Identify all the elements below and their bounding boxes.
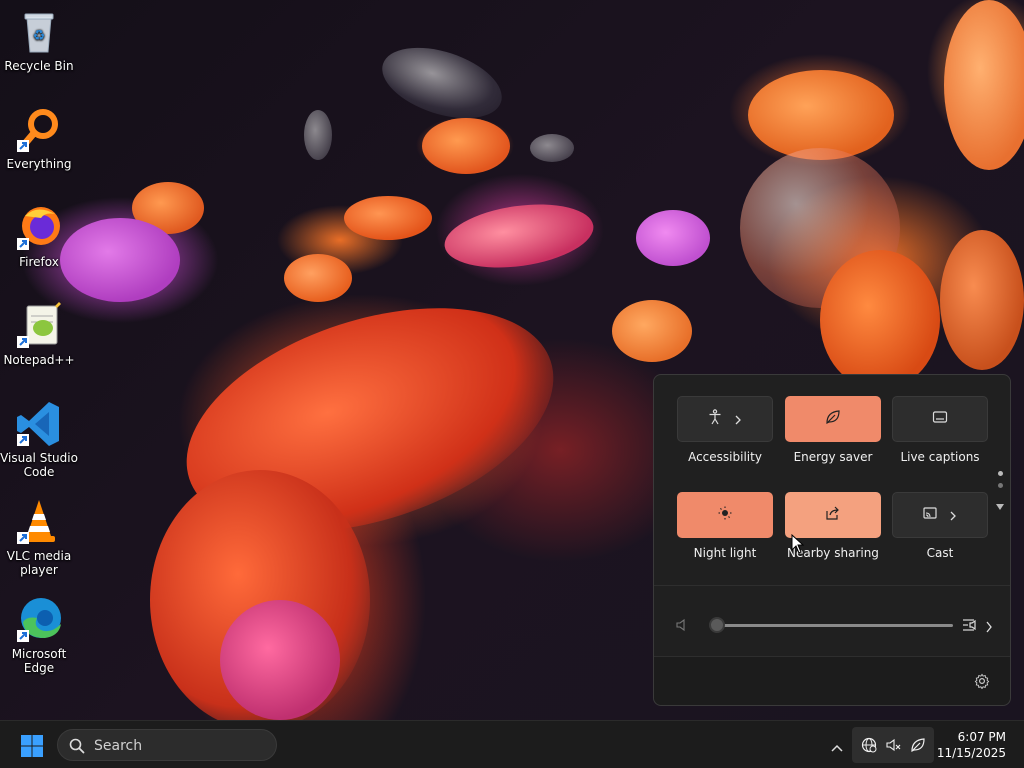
settings-gear-icon[interactable] — [974, 673, 990, 693]
desktop-icon-label: Firefox — [19, 255, 59, 269]
audio-output-icon[interactable] — [962, 617, 980, 637]
search-icon — [69, 738, 85, 758]
clock-date: 11/15/2025 — [936, 746, 1006, 760]
desktop-icon-label: Notepad++ — [3, 353, 75, 367]
recycle-bin-icon: ♻ — [15, 8, 63, 56]
everything-search-icon — [15, 106, 63, 154]
windows-logo-icon — [21, 735, 43, 757]
clock-time: 6:07 PM — [957, 730, 1006, 744]
volume-slider-thumb[interactable] — [709, 617, 725, 633]
desktop-icon-label: Recycle Bin — [4, 59, 74, 73]
wallpaper-blob — [530, 134, 574, 162]
wallpaper-blob — [440, 195, 598, 277]
share-icon — [825, 505, 841, 525]
quick-settings-panel: Accessibility Energy saver Live captions — [653, 374, 1011, 706]
tile-night-light-button[interactable] — [677, 492, 773, 538]
volume-row — [654, 597, 1010, 653]
desktop-icon-notepadpp[interactable]: Notepad++ — [0, 302, 79, 367]
leaf-icon — [825, 409, 841, 429]
wallpaper-blob — [944, 0, 1024, 170]
wallpaper-blob — [373, 34, 511, 132]
wallpaper-blob — [636, 210, 710, 266]
tile-accessibility[interactable]: Accessibility — [675, 396, 775, 464]
night-light-icon — [717, 505, 733, 525]
tile-label: Energy saver — [793, 450, 873, 464]
chevron-right-icon[interactable] — [984, 618, 994, 637]
network-globe-icon — [861, 737, 877, 757]
desktop-icon-label: Microsoft Edge — [11, 647, 67, 675]
desktop-icon-label: Everything — [6, 157, 72, 171]
taskbar-clock[interactable]: 6:07 PM 11/15/2025 — [937, 729, 1006, 761]
system-tray-quick-settings-button[interactable] — [852, 727, 934, 763]
start-button[interactable] — [20, 734, 44, 758]
tile-night-light[interactable]: Night light — [675, 492, 775, 560]
notepadpp-icon — [15, 302, 63, 350]
quick-settings-footer — [654, 656, 1010, 705]
tile-energy-saver[interactable]: Energy saver — [783, 396, 883, 464]
page-dot[interactable] — [997, 471, 1003, 476]
divider — [654, 585, 1010, 586]
wallpaper-blob — [220, 600, 340, 720]
desktop-icon-label: VLC media player — [6, 549, 72, 577]
tile-energy-saver-button[interactable] — [785, 396, 881, 442]
tile-cast-button[interactable] — [892, 492, 988, 538]
energy-saver-leaf-icon — [910, 737, 926, 757]
desktop-icon-label: Visual Studio Code — [0, 451, 78, 479]
tile-label: Cast — [926, 546, 954, 560]
vlc-cone-icon — [15, 498, 63, 546]
tile-label: Accessibility — [688, 450, 762, 464]
tile-accessibility-button[interactable] — [677, 396, 773, 442]
wallpaper-blob — [422, 118, 510, 174]
cast-icon — [922, 505, 938, 525]
volume-muted-icon — [886, 737, 902, 757]
tile-label: Live captions — [900, 450, 980, 464]
svg-text:♻: ♻ — [33, 28, 46, 44]
desktop-icon-vscode[interactable]: Visual Studio Code — [0, 400, 79, 479]
desktop-icon-everything[interactable]: Everything — [0, 106, 79, 171]
speaker-muted-icon[interactable] — [676, 617, 688, 636]
desktop-icon-firefox[interactable]: Firefox — [0, 204, 79, 269]
captions-icon — [932, 409, 948, 429]
chevron-right-icon[interactable] — [948, 506, 958, 525]
wallpaper-blob — [940, 230, 1024, 370]
tile-live-captions[interactable]: Live captions — [890, 396, 990, 464]
tile-label: Night light — [693, 546, 757, 560]
page-dot[interactable] — [997, 483, 1003, 488]
page-indicator — [996, 471, 1004, 514]
tile-nearby-sharing-button[interactable] — [785, 492, 881, 538]
wallpaper-blob — [612, 300, 692, 362]
wallpaper-blob — [344, 196, 432, 240]
mouse-cursor — [791, 533, 805, 558]
desktop-icon-vlc[interactable]: VLC media player — [0, 498, 79, 577]
desktop-icon-recycle-bin[interactable]: ♻ Recycle Bin — [0, 8, 79, 73]
wallpaper-blob — [304, 110, 332, 160]
show-hidden-icons-chevron-icon[interactable] — [831, 738, 843, 757]
desktop-icon-edge[interactable]: Microsoft Edge — [0, 596, 79, 675]
wallpaper-blob — [284, 254, 352, 302]
tile-cast[interactable]: Cast — [890, 492, 990, 560]
firefox-icon — [15, 204, 63, 252]
wallpaper-blob — [748, 70, 894, 160]
taskbar: Search 6:07 PM 11/15/2025 — [0, 720, 1024, 768]
chevron-right-icon[interactable] — [733, 410, 743, 429]
tile-live-captions-button[interactable] — [892, 396, 988, 442]
taskbar-search-box[interactable]: Search — [57, 729, 277, 761]
chevron-down-icon[interactable] — [996, 495, 1004, 514]
volume-slider-track[interactable] — [717, 624, 953, 627]
accessibility-icon — [707, 409, 723, 429]
vscode-icon — [15, 400, 63, 448]
wallpaper-blob — [820, 250, 940, 390]
edge-icon — [15, 596, 63, 644]
search-placeholder: Search — [94, 738, 143, 754]
